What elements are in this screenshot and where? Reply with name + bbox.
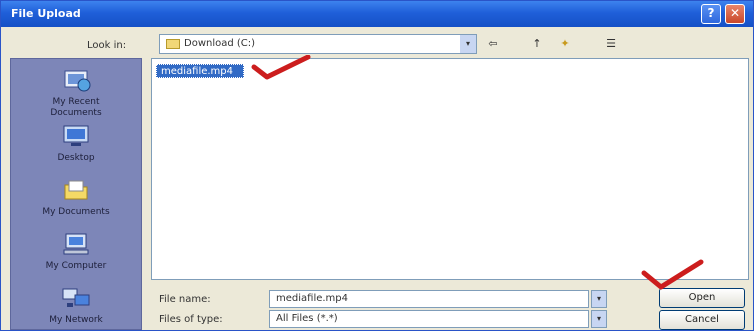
checkmark-annotation-icon [251, 55, 311, 80]
place-my-documents[interactable]: My Documents [11, 177, 141, 218]
folder-icon [166, 39, 180, 49]
file-type-select[interactable]: All Files (*.*) [269, 310, 589, 328]
back-button[interactable]: ⇦ [483, 35, 503, 53]
chevron-down-icon[interactable]: ▾ [460, 35, 476, 53]
up-folder-button[interactable]: ↑ [527, 35, 547, 53]
close-icon: ✕ [729, 6, 741, 20]
look-in-label: Look in: [87, 40, 127, 51]
places-bar: My Recent Documents Desktop My Documents [10, 58, 142, 330]
place-desktop[interactable]: Desktop [11, 123, 141, 164]
file-name-text: mediafile.mp4 [161, 66, 234, 77]
chevron-down-icon[interactable]: ▾ [591, 290, 607, 308]
open-button[interactable]: Open [659, 288, 745, 308]
place-label: Documents [50, 108, 102, 118]
open-file-dialog: File Upload ? ✕ Look in: Download (C:) ▾… [0, 0, 754, 331]
place-label: My Computer [45, 261, 107, 271]
title-bar[interactable]: File Upload ? ✕ [1, 1, 753, 27]
my-documents-icon [64, 180, 88, 200]
file-type-label: Files of type: [159, 314, 223, 325]
look-in-value: Download (C:) [184, 38, 256, 49]
chevron-down-icon[interactable]: ▾ [591, 310, 607, 328]
window-title: File Upload [11, 7, 81, 20]
list-item[interactable]: mediafile.mp4 [156, 64, 244, 78]
place-my-network[interactable]: My Network [11, 285, 141, 326]
my-computer-icon [63, 233, 89, 255]
help-button[interactable]: ? [701, 4, 721, 24]
file-type-value: All Files (*.*) [276, 313, 338, 324]
look-in-dropdown[interactable]: Download (C:) ▾ [159, 34, 477, 54]
checkmark-annotation-icon [641, 259, 704, 290]
file-name-label: File name: [159, 294, 211, 305]
place-my-computer[interactable]: My Computer [11, 231, 141, 272]
cancel-button[interactable]: Cancel [659, 310, 745, 330]
new-folder-button[interactable]: ✦ [555, 35, 575, 53]
place-label: My Documents [42, 207, 110, 217]
help-icon: ? [707, 6, 715, 20]
file-name-input[interactable]: mediafile.mp4 [269, 290, 589, 308]
file-name-value: mediafile.mp4 [276, 293, 349, 304]
place-label: My Recent [52, 97, 100, 107]
my-network-icon [62, 288, 90, 307]
views-menu-button[interactable]: ☰ [601, 35, 621, 53]
close-button[interactable]: ✕ [725, 4, 745, 24]
desktop-icon [63, 125, 89, 146]
place-label: Desktop [57, 153, 95, 163]
file-list[interactable]: mediafile.mp4 [151, 58, 749, 280]
recent-documents-icon [64, 70, 91, 92]
place-recent-documents[interactable]: My Recent Documents [11, 67, 141, 119]
place-label: My Network [49, 315, 103, 325]
